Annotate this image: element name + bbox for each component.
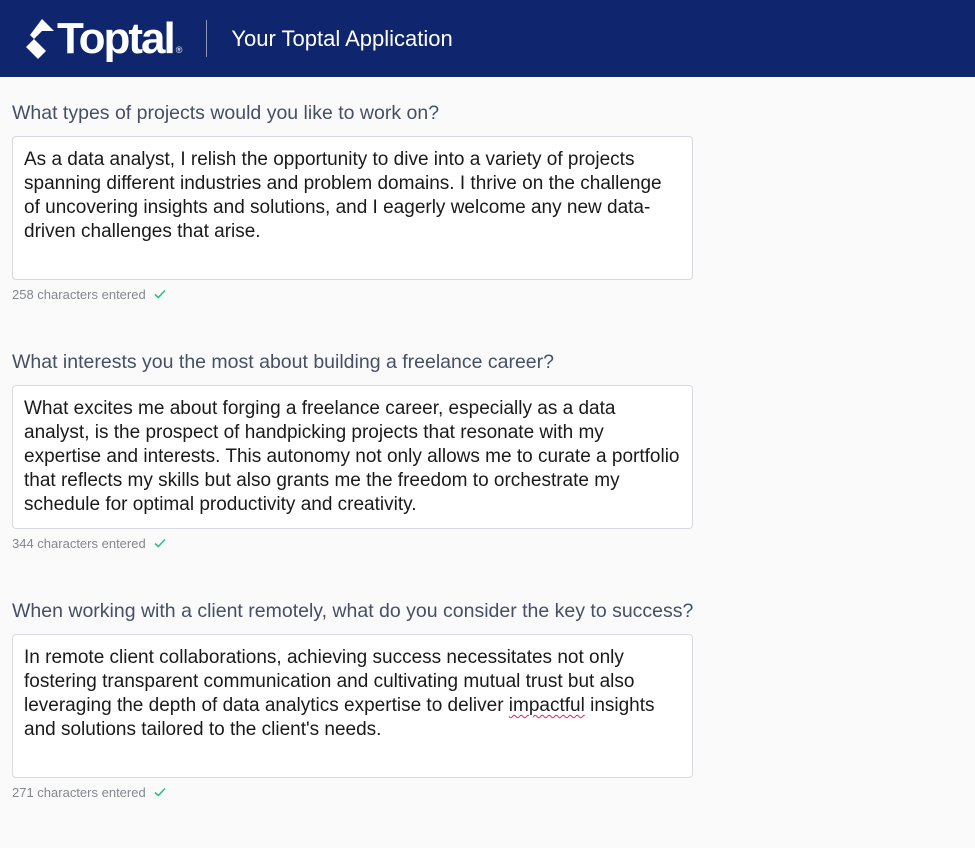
registered-mark: ® — [175, 44, 183, 55]
character-count-label: 271 characters entered — [12, 784, 146, 800]
answer-textarea[interactable]: As a data analyst, I relish the opportun… — [12, 136, 693, 280]
check-icon — [154, 289, 166, 299]
question-block-remote: When working with a client remotely, wha… — [12, 598, 975, 801]
character-count: 344 characters entered — [12, 534, 975, 552]
toptal-logo[interactable]: Toptal ® — [24, 13, 183, 63]
question-block-freelance: What interests you the most about buildi… — [12, 349, 975, 552]
question-label: What types of projects would you like to… — [12, 102, 440, 124]
answer-textarea[interactable]: In remote client collaborations, achievi… — [12, 634, 693, 778]
logo-wordmark: Toptal — [57, 13, 176, 63]
spellcheck-flagged-word[interactable]: impactful — [509, 695, 585, 716]
question-label: What interests you the most about buildi… — [12, 351, 554, 373]
answer-textarea[interactable]: What excites me about forging a freelanc… — [12, 385, 693, 529]
check-icon — [154, 787, 166, 797]
check-icon — [154, 538, 166, 548]
question-block-projects: What types of projects would you like to… — [12, 100, 975, 303]
character-count: 258 characters entered — [12, 285, 975, 303]
question-label: When working with a client remotely, wha… — [12, 600, 694, 622]
character-count: 271 characters entered — [12, 783, 975, 801]
application-form: What types of projects would you like to… — [0, 100, 975, 801]
character-count-label: 344 characters entered — [12, 535, 146, 551]
header-divider — [206, 20, 208, 57]
page-title: Your Toptal Application — [231, 25, 453, 51]
answer-text: What excites me about forging a freelanc… — [24, 398, 680, 515]
character-count-label: 258 characters entered — [12, 286, 146, 302]
toptal-logo-mark-icon — [26, 18, 54, 59]
app-header: Toptal ® Your Toptal Application — [0, 0, 975, 77]
answer-text: As a data analyst, I relish the opportun… — [24, 149, 662, 242]
